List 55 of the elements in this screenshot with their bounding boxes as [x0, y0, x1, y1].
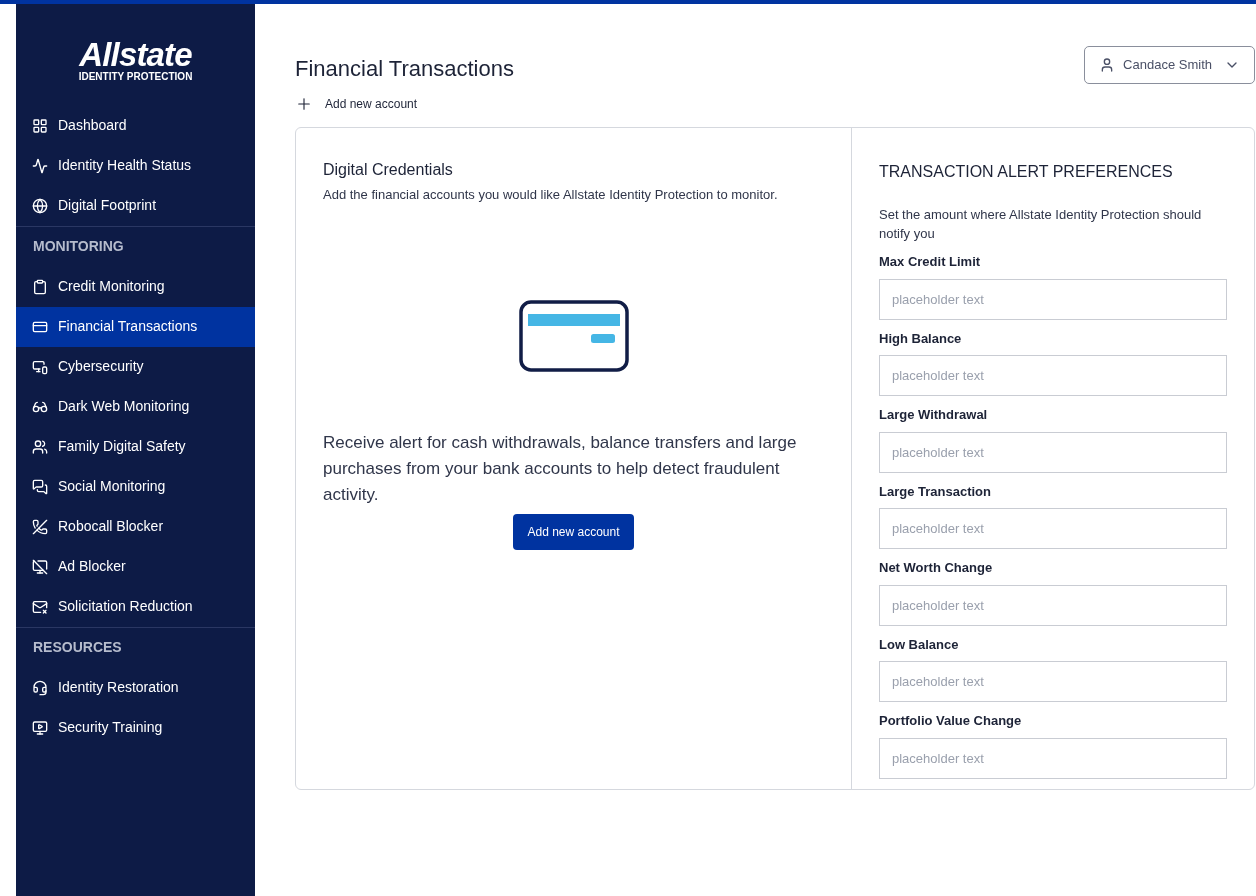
add-account-link[interactable]: Add new account: [295, 95, 418, 113]
add-account-button[interactable]: Add new account: [513, 514, 634, 550]
field-label: Net Worth Change: [879, 559, 994, 577]
line-chart-icon: [32, 157, 48, 174]
empty-state-message: Receive alert for cash withdrawals, balance transfers and large purchases from your bank accounts to help detect fraudulent activity.: [323, 432, 798, 506]
section-heading: RESOURCES: [33, 638, 122, 657]
chat-icon: [32, 478, 48, 495]
amount-field[interactable]: placeholder text: [879, 508, 1227, 549]
sidebar-item[interactable]: Credit Monitoring: [16, 266, 255, 307]
phone-off-icon: [32, 518, 48, 535]
amount-field[interactable]: placeholder text: [879, 431, 1227, 473]
field-label: Max Credit Limit: [879, 253, 982, 271]
family-icon: [32, 438, 48, 455]
amount-field[interactable]: placeholder text: [879, 355, 1227, 396]
sidebar-item[interactable]: Robocall Blocker: [16, 506, 255, 547]
preferences-title: TRANSACTION ALERT PREFERENCES: [879, 162, 1174, 182]
section-description: Add the financial accounts you would like Allstate Identity Protection to monitor.: [323, 186, 779, 204]
grid-icon: [32, 117, 48, 134]
user-menu-button[interactable]: Candace Smith: [1084, 46, 1255, 84]
logo-subtitle: IDENTITY PROTECTION: [78, 71, 193, 84]
mail-icon: [32, 598, 48, 615]
section-heading: MONITORING: [33, 237, 124, 256]
page-title: Financial Transactions: [295, 55, 514, 83]
play-screen-icon: [32, 719, 48, 736]
sidebar-item[interactable]: Social Monitoring: [16, 466, 255, 507]
sidebar-item[interactable]: Ad Blocker: [16, 546, 255, 587]
sidebar-item[interactable]: Dashboard: [16, 105, 255, 146]
sidebar-item[interactable]: Solicitation Reduction: [16, 586, 255, 627]
field-label: Large Withdrawal: [879, 406, 989, 424]
sidebar-item[interactable]: Identity Health Status: [16, 145, 255, 186]
amount-field[interactable]: placeholder text: [879, 661, 1227, 702]
amount-field[interactable]: placeholder text: [879, 584, 1227, 626]
amount-field[interactable]: placeholder text: [879, 278, 1227, 320]
credit-card-icon: [518, 300, 629, 372]
monitor-off-icon: [32, 558, 48, 575]
sidebar-item[interactable]: Financial Transactions: [16, 306, 255, 347]
devices-icon: [32, 358, 48, 375]
preferences-description: Set the amount where Allstate Identity Protection should notify you: [879, 206, 1203, 243]
logo-name: Allstate: [79, 38, 192, 71]
amount-field[interactable]: placeholder text: [879, 737, 1227, 779]
sidebar-item[interactable]: Identity Restoration: [16, 667, 255, 708]
field-label: Low Balance: [879, 635, 960, 654]
globe-icon: [32, 197, 48, 214]
sidebar-item[interactable]: Security Training: [16, 707, 255, 748]
plus-icon: [295, 95, 313, 113]
headset-icon: [32, 679, 48, 696]
sidebar-item[interactable]: Digital Footprint: [16, 185, 255, 226]
field-label: Portfolio Value Change: [879, 712, 1023, 730]
field-label: High Balance: [879, 329, 963, 348]
field-label: Large Transaction: [879, 482, 992, 501]
sidebar-item[interactable]: Family Digital Safety: [16, 426, 255, 467]
clipboard-icon: [32, 278, 48, 295]
sidebar-item[interactable]: Dark Web Monitoring: [16, 386, 255, 427]
sidebar-item[interactable]: Cybersecurity: [16, 346, 255, 387]
section-title: Digital Credentials: [323, 160, 454, 180]
